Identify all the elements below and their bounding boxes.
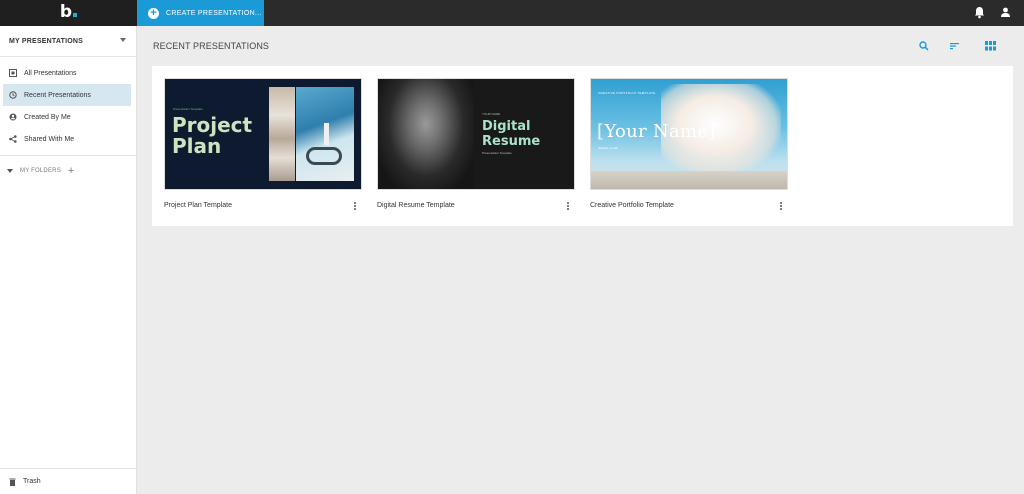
top-bar: b + CREATE PRESENTATION... (0, 0, 1024, 26)
user-icon[interactable] (1000, 6, 1011, 19)
sidebar-item-recent-presentations[interactable]: Recent Presentations (3, 84, 131, 106)
chevron-down-icon (120, 38, 126, 42)
create-presentation-button[interactable]: + CREATE PRESENTATION... (137, 0, 264, 26)
ground-image (591, 171, 787, 189)
card-title[interactable]: Digital Resume Template (377, 202, 455, 209)
create-presentation-label: CREATE PRESENTATION... (166, 9, 262, 17)
my-folders-section[interactable]: MY FOLDERS + (0, 156, 136, 186)
presentation-thumbnail[interactable]: YOUR NAME Digital Resume Presentation Te… (377, 78, 575, 190)
sort-icon[interactable] (949, 40, 961, 52)
add-folder-icon[interactable]: + (68, 166, 74, 177)
my-presentations-dropdown[interactable]: MY PRESENTATIONS (0, 26, 136, 57)
thumb-caption: CREATIVE PORTFOLIO TEMPLATE (598, 91, 656, 95)
presentations-panel: Presentation Template Project Plan Proje… (152, 66, 1013, 226)
sidebar-item-trash[interactable]: Trash (0, 468, 136, 494)
card-title[interactable]: Creative Portfolio Template (590, 202, 674, 209)
history-icon (9, 91, 17, 99)
sidebar-item-created-by-me[interactable]: Created By Me (3, 106, 131, 128)
sidebar-item-label: All Presentations (24, 69, 77, 77)
presentation-thumbnail[interactable]: CREATIVE PORTFOLIO TEMPLATE [Your Name] … (590, 78, 788, 190)
page-title: RECENT PRESENTATIONS (153, 41, 270, 51)
share-icon (9, 135, 17, 143)
trash-icon (9, 478, 16, 486)
trash-label: Trash (23, 478, 41, 485)
presentation-card: Presentation Template Project Plan Proje… (164, 78, 362, 211)
logo-area[interactable]: b (0, 0, 137, 26)
more-options-icon[interactable] (565, 200, 571, 212)
portrait-photo-image (378, 79, 474, 189)
caret-down-icon[interactable] (7, 169, 13, 173)
card-title[interactable]: Project Plan Template (164, 202, 232, 209)
photo-strip-image (269, 87, 295, 181)
thumb-caption: YOUR NAME (482, 112, 501, 116)
sidebar-nav: All Presentations Recent Presentations C… (0, 57, 136, 156)
plus-circle-icon: + (148, 7, 159, 19)
presentation-card: CREATIVE PORTFOLIO TEMPLATE [Your Name] … (590, 78, 788, 211)
sidebar-header-label: MY PRESENTATIONS (9, 37, 83, 45)
my-folders-label: MY FOLDERS (20, 168, 61, 174)
thumb-subtitle: Presentation Template (482, 151, 512, 155)
grid-icon (9, 69, 17, 77)
more-options-icon[interactable] (778, 200, 784, 212)
presentation-thumbnail[interactable]: Presentation Template Project Plan (164, 78, 362, 190)
sidebar: MY PRESENTATIONS All Presentations Recen… (0, 26, 137, 494)
sidebar-item-label: Recent Presentations (24, 91, 91, 99)
thumb-subtitle: website | email (598, 146, 618, 150)
bell-icon[interactable] (974, 6, 985, 19)
thumb-heading: Project Plan (172, 113, 253, 158)
sidebar-item-shared-with-me[interactable]: Shared With Me (3, 128, 131, 150)
more-options-icon[interactable] (352, 200, 358, 212)
grid-view-icon[interactable] (984, 40, 996, 52)
sidebar-item-label: Created By Me (24, 113, 71, 121)
search-icon[interactable] (918, 40, 930, 52)
sidebar-item-label: Shared With Me (24, 135, 75, 143)
sidebar-item-all-presentations[interactable]: All Presentations (3, 62, 131, 84)
thumb-heading: Digital Resume (482, 119, 541, 149)
person-icon (9, 113, 17, 121)
thumb-heading: [Your Name] (597, 121, 716, 142)
escalator-photo-image (296, 87, 354, 181)
presentation-card: YOUR NAME Digital Resume Presentation Te… (377, 78, 575, 211)
thumb-caption: Presentation Template (173, 107, 203, 111)
brand-logo: b (60, 2, 78, 22)
